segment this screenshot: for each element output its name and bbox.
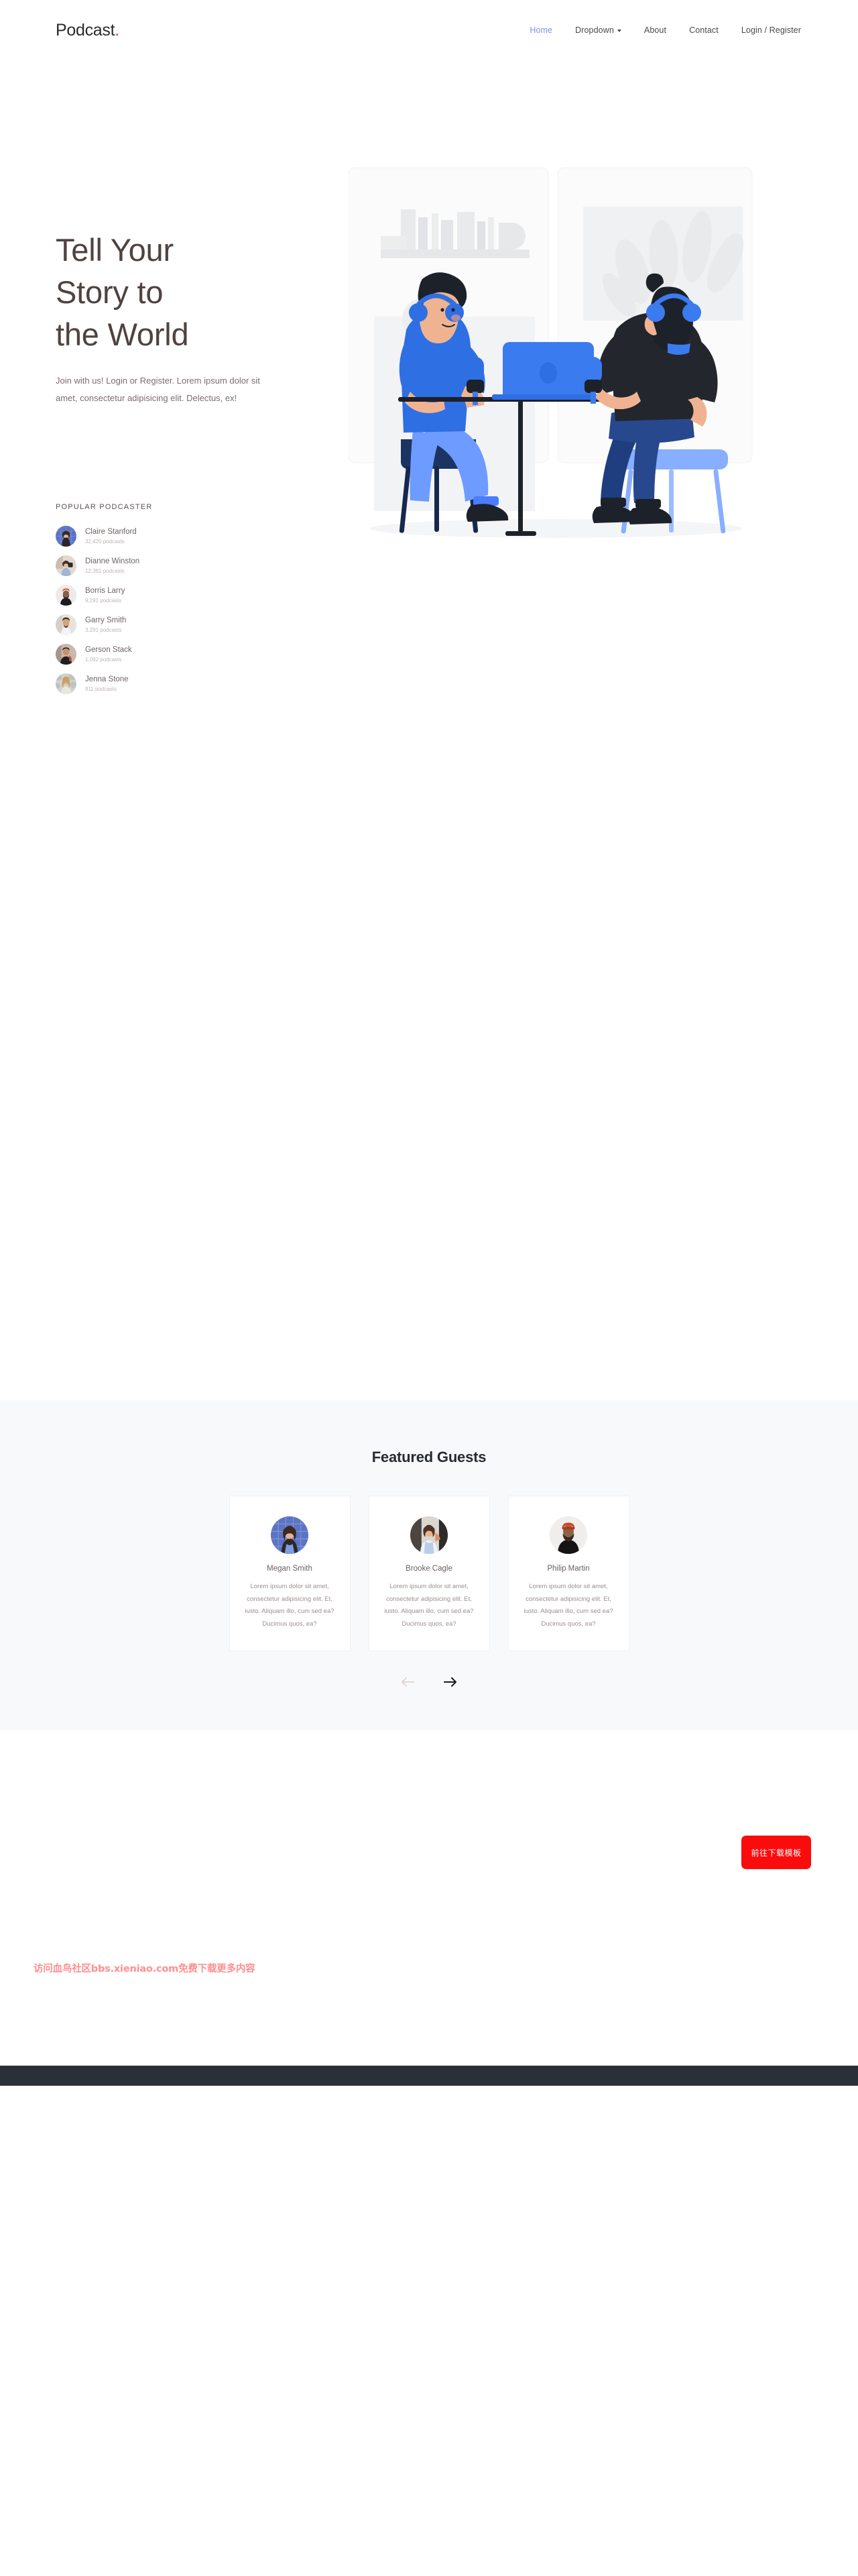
podcaster-name: Claire Stanford (85, 528, 137, 537)
guest-name: Megan Smith (267, 1565, 312, 1573)
list-item[interactable]: Borris Larry 9,291 podcasts (56, 585, 237, 606)
hero-subtitle: Join with us! Login or Register. Lorem i… (56, 375, 260, 403)
podcaster-count: 32,420 podcasts (85, 538, 125, 545)
hero-illustration (349, 161, 764, 550)
avatar (56, 585, 76, 606)
brand-logo[interactable]: Podcast. (56, 21, 119, 40)
nav-label-about: About (644, 25, 667, 35)
hero-title-line-1: Tell Your (56, 232, 174, 268)
avatar (56, 614, 76, 635)
nav-item-dropdown[interactable]: Dropdown (575, 25, 621, 35)
guest-card-list: Megan Smith Lorem ipsum dolor sit amet, … (0, 1496, 858, 1652)
page-tail: 前往下载模板 访问血鸟社区bbs.xieniao.com免费下载更多内容 (0, 1730, 858, 2086)
brand-text: Podcast (56, 20, 115, 40)
list-item[interactable]: Claire Stanford 32,420 podcasts (56, 526, 237, 547)
content-gap (0, 703, 858, 1400)
avatar (410, 1516, 448, 1554)
guest-card[interactable]: Philip Martin Lorem ipsum dolor sit amet… (507, 1496, 629, 1652)
nav-label-home: Home (530, 25, 553, 35)
guest-name: Philip Martin (547, 1565, 590, 1573)
list-item-info: Dianne Winston 12,381 podcasts (85, 557, 139, 574)
list-item-info: Garry Smith 3,291 podcasts (85, 616, 126, 633)
nav-item-contact[interactable]: Contact (689, 25, 719, 35)
podcaster-name: Borris Larry (85, 587, 125, 596)
nav-item-login-register[interactable]: Login / Register (741, 25, 801, 35)
page-root: Podcast. Home Dropdown About Contact Log… (0, 0, 858, 2086)
avatar (56, 526, 76, 547)
avatar (56, 673, 76, 694)
main-nav: Home Dropdown About Contact Login / Regi… (530, 25, 801, 35)
guest-description: Lorem ipsum dolor sit amet, consectetur … (524, 1583, 613, 1628)
avatar (550, 1516, 587, 1554)
chevron-down-icon (617, 30, 621, 32)
site-watermark: 访问血鸟社区bbs.xieniao.com免费下载更多内容 (34, 1964, 255, 1975)
guest-card[interactable]: Megan Smith Lorem ipsum dolor sit amet, … (229, 1496, 351, 1652)
footer-bar (0, 2066, 858, 2086)
podcaster-count: 9,291 podcasts (85, 597, 122, 604)
nav-label-contact: Contact (689, 25, 719, 35)
site-header: Podcast. Home Dropdown About Contact Log… (0, 0, 858, 60)
guest-carousel-nav (0, 1674, 858, 1690)
download-template-button[interactable]: 前往下载模板 (741, 1836, 811, 1870)
hero-copy: Tell Your Story to the World Join with u… (0, 87, 288, 490)
nav-item-home[interactable]: Home (530, 25, 552, 35)
hero-title-line-3: the World (56, 316, 189, 352)
podcaster-count: 12,381 podcasts (85, 567, 125, 574)
carousel-prev-button[interactable] (396, 1674, 419, 1690)
nav-item-about[interactable]: About (644, 25, 666, 35)
list-item[interactable]: Jenna Stone 911 podcasts (56, 673, 237, 694)
arrow-left-icon (400, 1677, 415, 1687)
list-item-info: Borris Larry 9,291 podcasts (85, 586, 125, 604)
list-item[interactable]: Garry Smith 3,291 podcasts (56, 614, 237, 635)
nav-label-login-register: Login / Register (741, 25, 801, 35)
podcaster-name: Gerson Stack (85, 646, 132, 655)
list-item[interactable]: Gerson Stack 1,092 podcasts (56, 644, 237, 665)
list-item[interactable]: Dianne Winston 12,381 podcasts (56, 555, 237, 576)
nav-label-dropdown: Dropdown (575, 25, 614, 35)
guest-card[interactable]: Brooke Cagle Lorem ipsum dolor sit amet,… (368, 1496, 490, 1652)
avatar (271, 1516, 308, 1554)
guest-description: Lorem ipsum dolor sit amet, consectetur … (245, 1583, 334, 1628)
podcaster-name: Dianne Winston (85, 557, 140, 566)
list-item-info: Claire Stanford 32,420 podcasts (85, 527, 137, 545)
page-title: Tell Your Story to the World (56, 229, 288, 356)
carousel-next-button[interactable] (439, 1674, 462, 1690)
list-item-info: Jenna Stone 911 podcasts (85, 675, 129, 692)
podcaster-count: 3,291 podcasts (85, 626, 122, 633)
guest-name: Brooke Cagle (406, 1565, 452, 1573)
guest-description: Lorem ipsum dolor sit amet, consectetur … (384, 1583, 474, 1628)
featured-guests-section: Featured Guests Megan Smith Lorem ipsum … (0, 1400, 858, 1731)
podcaster-count: 911 podcasts (85, 685, 117, 692)
podcaster-count: 1,092 podcasts (85, 656, 122, 663)
podcaster-name: Garry Smith (85, 616, 127, 625)
list-item-info: Gerson Stack 1,092 podcasts (85, 645, 132, 663)
arrow-right-icon (443, 1677, 458, 1687)
brand-dot: . (115, 20, 119, 40)
avatar (56, 555, 76, 576)
hero-section: Tell Your Story to the World Join with u… (0, 60, 858, 538)
avatar (56, 644, 76, 665)
podcaster-name: Jenna Stone (85, 675, 129, 684)
hero-title-line-2: Story to (56, 274, 164, 310)
featured-guests-heading: Featured Guests (371, 1449, 487, 1465)
